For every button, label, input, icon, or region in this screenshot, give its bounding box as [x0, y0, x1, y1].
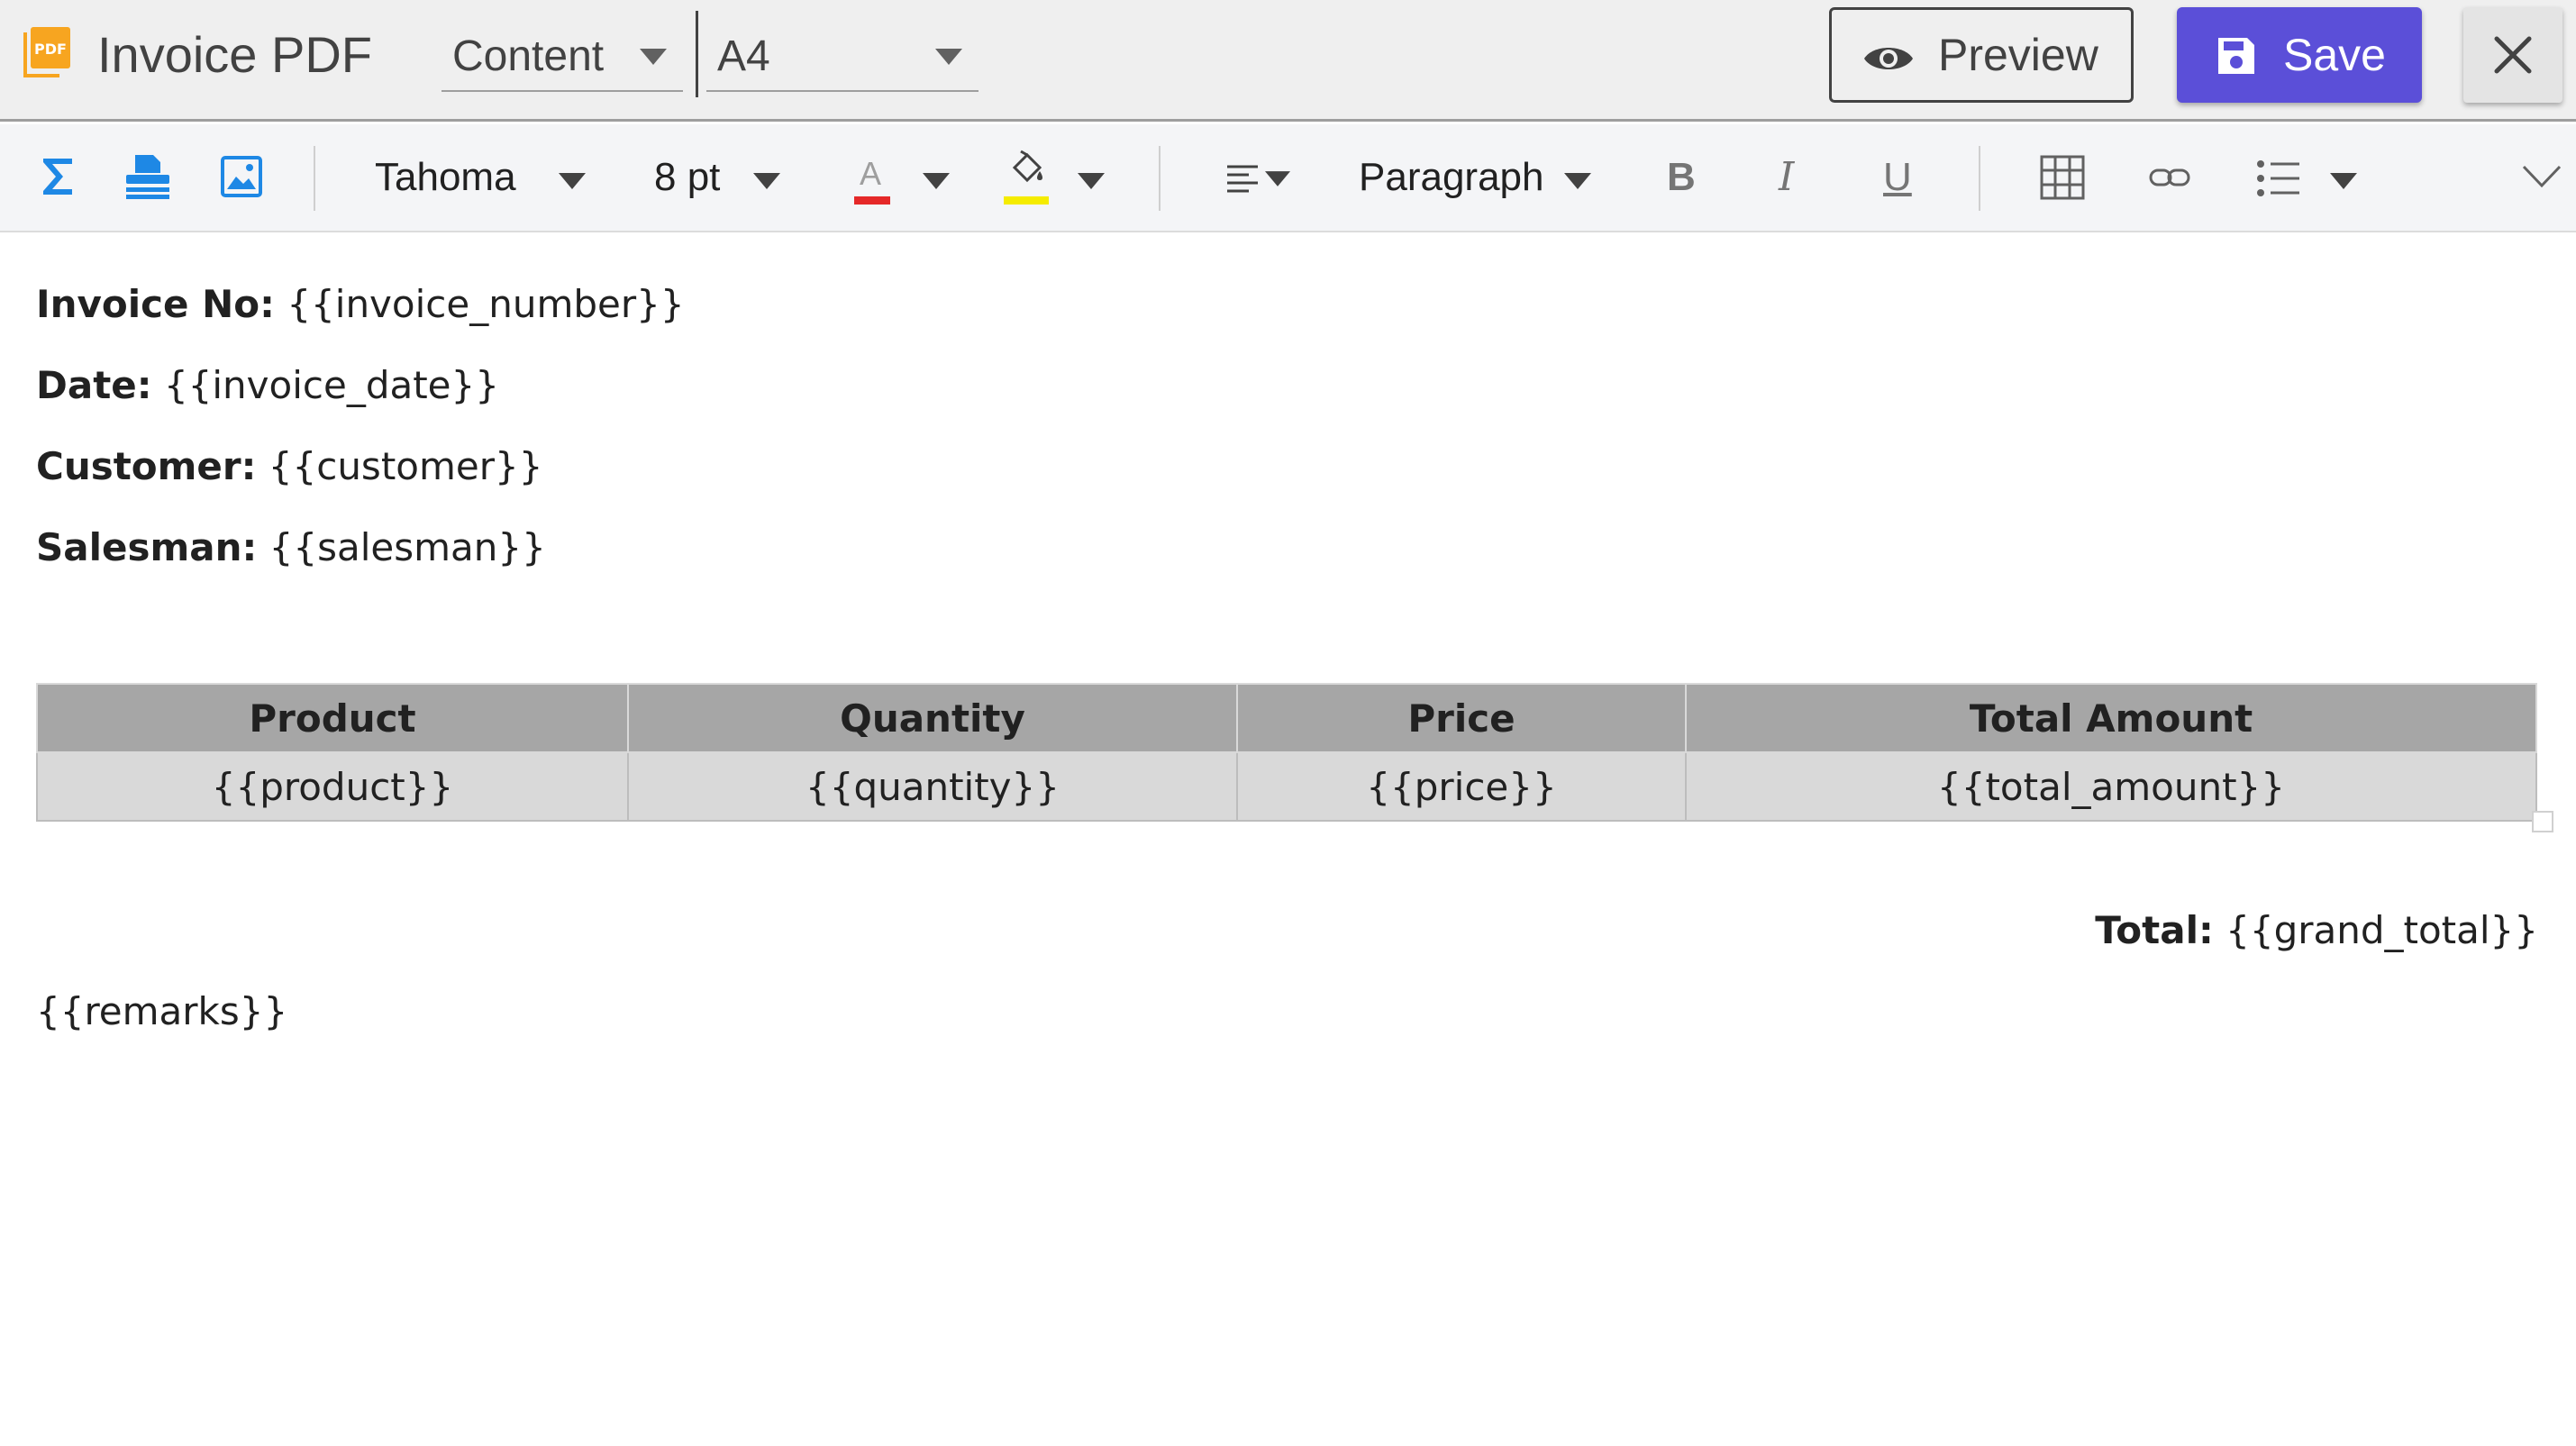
align-left-icon: [1227, 165, 1258, 193]
content-select[interactable]: Content: [441, 22, 683, 92]
preview-button-label: Preview: [1938, 30, 2098, 80]
text-color-icon: A: [860, 155, 882, 192]
highlight-color-swatch: [1004, 196, 1049, 205]
table-resize-handle[interactable]: [2532, 811, 2553, 832]
font-family-select[interactable]: Tahoma: [373, 142, 589, 214]
document-editor[interactable]: Invoice No: {{invoice_number}} Date: {{i…: [0, 234, 2576, 1446]
align-select[interactable]: [1220, 142, 1296, 214]
caret-down-icon: [1265, 171, 1290, 186]
page-title: Invoice PDF: [97, 26, 372, 83]
bulleted-list-icon: [2257, 160, 2299, 196]
close-icon: [2494, 36, 2532, 74]
remarks-field: {{remarks}}: [36, 989, 288, 1033]
caret-down-icon: [2330, 173, 2357, 189]
column-header-product[interactable]: Product: [36, 683, 629, 753]
toolbar-separator: [1159, 146, 1161, 211]
content-select-value: Content: [452, 32, 605, 80]
salesman-field: Salesman: {{salesman}}: [36, 523, 546, 573]
font-family-value: Tahoma: [375, 155, 516, 199]
page-size-select[interactable]: A4: [706, 22, 979, 92]
table-row: {{product}} {{quantity}} {{price}} {{tot…: [36, 751, 2537, 822]
page-size-select-value: A4: [717, 32, 770, 80]
floppy-disk-icon: [2218, 38, 2254, 74]
field-value: {{customer}}: [268, 444, 543, 488]
app-header: PDF Invoice PDF Content A4 Preview Save: [0, 0, 2576, 122]
bold-icon[interactable]: B: [1667, 151, 1696, 204]
block-format-value: Paragraph: [1359, 155, 1544, 199]
chevron-down-icon[interactable]: [2521, 164, 2562, 189]
table-cell[interactable]: {{price}}: [1236, 751, 1687, 822]
column-header-price[interactable]: Price: [1236, 683, 1687, 753]
column-header-quantity[interactable]: Quantity: [627, 683, 1238, 753]
pdf-file-icon: PDF: [23, 27, 70, 77]
field-label: Invoice No:: [36, 282, 275, 326]
highlight-icon: [1012, 150, 1042, 183]
editor-toolbar: Tahoma 8 pt A Paragraph B I U: [0, 124, 2576, 232]
highlight-color-button[interactable]: [1000, 142, 1108, 214]
field-label: Salesman:: [36, 525, 258, 569]
toolbar-separator: [314, 146, 315, 211]
svg-text:PDF: PDF: [34, 41, 67, 58]
select-divider: [696, 11, 698, 97]
underline-icon[interactable]: U: [1883, 151, 1912, 204]
font-size-value: 8 pt: [654, 155, 721, 199]
eye-icon: [1864, 48, 1913, 69]
customer-field: Customer: {{customer}}: [36, 441, 542, 492]
caret-down-icon: [1564, 173, 1591, 189]
stamp-icon[interactable]: [123, 151, 173, 202]
field-label: Customer:: [36, 444, 257, 488]
caret-down-icon: [935, 49, 962, 65]
date-field: Date: {{invoice_date}}: [36, 360, 499, 411]
field-label: Date:: [36, 363, 152, 407]
caret-down-icon: [753, 173, 780, 189]
image-icon[interactable]: [220, 155, 263, 198]
grand-total-field: Total: {{grand_total}}: [2095, 905, 2538, 956]
bulleted-list-select[interactable]: [2253, 142, 2361, 214]
block-format-select[interactable]: Paragraph: [1357, 142, 1600, 214]
caret-down-icon: [1078, 173, 1105, 189]
caret-down-icon: [640, 49, 667, 65]
table-header-row: Product Quantity Price Total Amount: [36, 683, 2537, 753]
column-header-total-amount[interactable]: Total Amount: [1685, 683, 2537, 753]
text-color-button[interactable]: A: [847, 142, 955, 214]
font-size-select[interactable]: 8 pt: [652, 142, 787, 214]
sigma-icon[interactable]: [40, 155, 76, 198]
table-cell[interactable]: {{quantity}}: [627, 751, 1238, 822]
caret-down-icon: [559, 173, 586, 189]
invoice-items-table[interactable]: Product Quantity Price Total Amount {{pr…: [36, 683, 2537, 822]
table-icon[interactable]: [2040, 155, 2085, 200]
link-icon[interactable]: [2148, 164, 2191, 191]
table-cell[interactable]: {{total_amount}}: [1685, 751, 2537, 822]
preview-button[interactable]: Preview: [1829, 7, 2134, 103]
field-value: {{invoice_date}}: [163, 363, 499, 407]
close-button[interactable]: [2463, 7, 2562, 103]
caret-down-icon: [923, 173, 950, 189]
toolbar-separator: [1979, 146, 1980, 211]
save-button[interactable]: Save: [2177, 7, 2422, 103]
field-value: {{invoice_number}}: [287, 282, 685, 326]
invoice-number-field: Invoice No: {{invoice_number}}: [36, 279, 685, 330]
field-label: Total:: [2095, 908, 2214, 952]
field-value: {{salesman}}: [269, 525, 546, 569]
text-color-swatch: [854, 196, 890, 205]
italic-icon[interactable]: I: [1779, 151, 1794, 204]
field-value: {{grand_total}}: [2226, 908, 2538, 952]
save-button-label: Save: [2283, 30, 2386, 80]
table-cell[interactable]: {{product}}: [36, 751, 629, 822]
